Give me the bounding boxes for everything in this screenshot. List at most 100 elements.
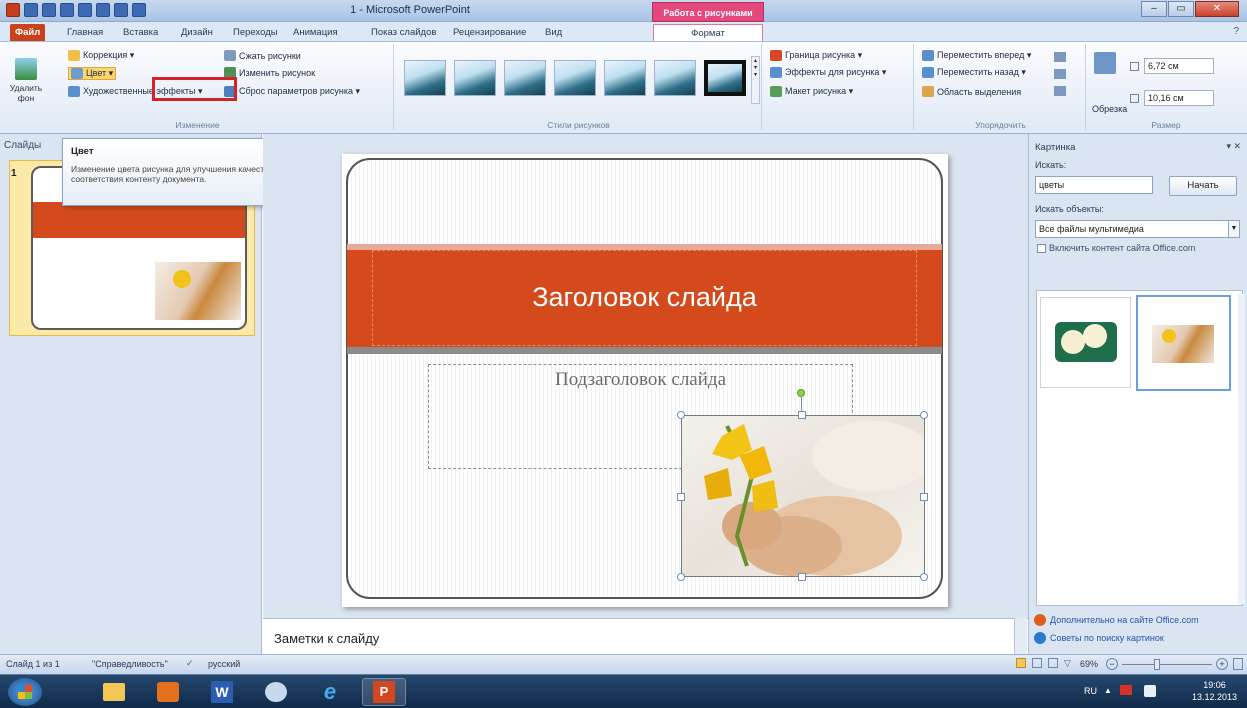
correction-button[interactable]: Коррекция ▾ <box>68 50 134 61</box>
zoom-slider[interactable] <box>1122 664 1212 665</box>
zoom-thumb[interactable] <box>1154 659 1160 670</box>
tab-animation[interactable]: Анимация <box>288 24 343 41</box>
slide-subtitle[interactable]: Подзаголовок слайда <box>428 369 853 391</box>
picture-style-3[interactable] <box>504 60 546 96</box>
picture-border-button[interactable]: Граница рисунка ▾ <box>770 50 862 61</box>
slide-title[interactable]: Заголовок слайда <box>347 282 942 313</box>
input-language[interactable]: RU <box>1084 686 1097 696</box>
styles-scroll[interactable]: ▴ ▾ ▾ <box>751 56 760 104</box>
office-more-link[interactable]: Дополнительно на сайте Office.com <box>1034 614 1199 626</box>
resize-handle-sw[interactable] <box>677 573 685 581</box>
volume-icon[interactable] <box>1144 685 1156 697</box>
start-button[interactable] <box>8 678 42 706</box>
clipart-result-flower-hands[interactable] <box>1136 295 1231 391</box>
resize-handle-se[interactable] <box>920 573 928 581</box>
search-tips-link[interactable]: Советы по поиску картинок <box>1034 632 1164 644</box>
media-type-select[interactable]: Все файлы мультимедиа <box>1035 220 1231 238</box>
resize-handle-w[interactable] <box>677 493 685 501</box>
chevron-down-icon[interactable]: ▼ <box>1228 220 1240 238</box>
tab-transitions[interactable]: Переходы <box>228 24 283 41</box>
normal-view-icon[interactable] <box>1016 658 1026 668</box>
network-icon[interactable] <box>1120 685 1132 695</box>
change-picture-button[interactable]: Изменить рисунок <box>224 67 315 78</box>
help-icon[interactable]: ? <box>1233 26 1239 37</box>
send-backward-button[interactable]: Переместить назад ▾ <box>922 67 1026 78</box>
zoom-level[interactable]: 69% <box>1080 659 1098 669</box>
color-button[interactable]: Цвет ▾ <box>68 67 117 80</box>
zoom-in-icon[interactable]: + <box>1216 658 1228 670</box>
redo-icon[interactable] <box>60 3 74 17</box>
picture-style-7[interactable] <box>704 60 746 96</box>
print-icon[interactable] <box>114 3 128 17</box>
resize-handle-s[interactable] <box>798 573 806 581</box>
height-field[interactable]: 6,72 см <box>1144 58 1214 74</box>
results-scrollbar[interactable] <box>1238 294 1245 604</box>
resize-handle-n[interactable] <box>798 411 806 419</box>
minimize-button[interactable]: – <box>1141 1 1167 17</box>
taskbar-powerpoint[interactable]: P <box>362 678 406 706</box>
tab-file[interactable]: Файл <box>10 24 46 41</box>
bring-forward-button[interactable]: Переместить вперед ▾ <box>922 50 1031 61</box>
resize-handle-ne[interactable] <box>920 411 928 419</box>
powerpoint-logo-icon[interactable] <box>6 3 20 17</box>
selected-picture[interactable] <box>681 415 925 577</box>
fit-slide-icon[interactable] <box>1233 658 1243 670</box>
rotate-icon[interactable] <box>1054 86 1066 96</box>
compress-pictures-button[interactable]: Сжать рисунки <box>224 50 301 61</box>
spellcheck-icon[interactable]: ✓ <box>186 658 194 669</box>
status-bar: Слайд 1 из 1 "Справедливость" ✓ русский … <box>0 654 1247 674</box>
language-indicator[interactable]: русский <box>208 659 240 669</box>
zoom-out-icon[interactable]: − <box>1106 658 1118 670</box>
picture-style-6[interactable] <box>654 60 696 96</box>
tab-format[interactable]: Формат <box>653 24 763 41</box>
search-input[interactable]: цветы <box>1035 176 1153 194</box>
width-field[interactable]: 10,16 см <box>1144 90 1214 106</box>
taskbar-explorer[interactable] <box>92 678 136 706</box>
slideshow-view-icon[interactable]: ▽ <box>1064 658 1071 669</box>
slides-pane-header[interactable]: Слайды <box>4 140 41 151</box>
save-icon[interactable] <box>24 3 38 17</box>
reset-picture-button[interactable]: Сброс параметров рисунка ▾ <box>224 86 360 97</box>
tab-home[interactable]: Главная <box>62 24 108 41</box>
tab-insert[interactable]: Вставка <box>118 24 163 41</box>
undo-icon[interactable] <box>42 3 56 17</box>
tab-view[interactable]: Вид <box>540 24 567 41</box>
rotate-handle[interactable] <box>797 389 805 397</box>
remove-background-button[interactable]: Удалить фон <box>6 58 46 103</box>
theme-name[interactable]: "Справедливость" <box>92 659 168 669</box>
reading-view-icon[interactable] <box>1048 658 1058 668</box>
crop-button[interactable] <box>1094 52 1116 74</box>
sorter-view-icon[interactable] <box>1032 658 1042 668</box>
picture-layout-button[interactable]: Макет рисунка ▾ <box>770 86 853 97</box>
taskbar-media-player[interactable] <box>146 678 190 706</box>
new-icon[interactable] <box>78 3 92 17</box>
picture-effects-button[interactable]: Эффекты для рисунка ▾ <box>770 67 886 78</box>
picture-style-5[interactable] <box>604 60 646 96</box>
resize-handle-e[interactable] <box>920 493 928 501</box>
tray-expand-icon[interactable]: ▲ <box>1104 686 1112 695</box>
search-go-button[interactable]: Начать <box>1169 176 1237 196</box>
tab-slideshow[interactable]: Показ слайдов <box>366 24 441 41</box>
maximize-button[interactable]: ▭ <box>1168 1 1194 17</box>
system-clock[interactable]: 19:06 13.12.2013 <box>1192 679 1237 703</box>
align-icon[interactable] <box>1054 52 1066 62</box>
tab-design[interactable]: Дизайн <box>176 24 218 41</box>
clipart-result-roses[interactable] <box>1040 297 1131 388</box>
close-button[interactable]: ✕ <box>1195 1 1239 17</box>
include-office-checkbox[interactable] <box>1037 244 1046 253</box>
taskbar-paint[interactable] <box>254 678 298 706</box>
pane-close-icon[interactable]: ▾ ✕ <box>1226 141 1241 152</box>
slideshow-icon[interactable] <box>132 3 146 17</box>
taskbar-internet-explorer[interactable]: e <box>308 678 352 706</box>
resize-handle-nw[interactable] <box>677 411 685 419</box>
notes-placeholder[interactable]: Заметки к слайду <box>274 631 379 646</box>
selection-pane-button[interactable]: Область выделения <box>922 86 1021 97</box>
tab-review[interactable]: Рецензирование <box>448 24 531 41</box>
picture-style-4[interactable] <box>554 60 596 96</box>
group-icon[interactable] <box>1054 69 1066 79</box>
picture-style-2[interactable] <box>454 60 496 96</box>
notes-scrollbar[interactable] <box>1014 618 1027 654</box>
open-icon[interactable] <box>96 3 110 17</box>
taskbar-word[interactable]: W <box>200 678 244 706</box>
picture-style-1[interactable] <box>404 60 446 96</box>
